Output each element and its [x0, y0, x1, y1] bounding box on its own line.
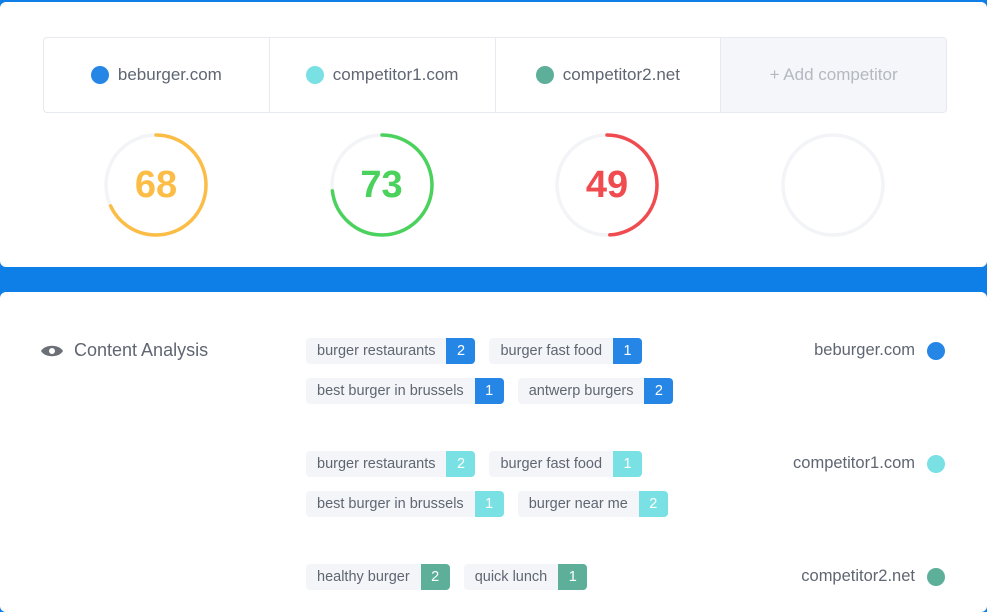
keyword-tag[interactable]: burger fast food 1	[489, 451, 643, 477]
add-competitor-button[interactable]: + Add competitor	[721, 38, 946, 112]
score-value: 73	[360, 163, 403, 206]
keyword-tag[interactable]: quick lunch 1	[463, 564, 588, 590]
keyword-group: healthy burger 2 quick lunch 1	[306, 564, 766, 590]
keyword-label: burger restaurants	[317, 456, 436, 472]
keyword-count-badge: 1	[474, 378, 504, 404]
site-color-dot	[927, 341, 945, 360]
keyword-count-badge: 1	[613, 451, 643, 477]
keyword-label: burger restaurants	[317, 343, 436, 359]
competitor-tab-0[interactable]: beburger.com	[44, 38, 270, 112]
score-gauges: 68 73 49	[43, 130, 945, 240]
keyword-tag[interactable]: best burger in brussels 1	[306, 491, 504, 517]
keyword-count-badge: 2	[446, 451, 476, 477]
keyword-label: burger near me	[528, 496, 628, 512]
gauge-ring	[780, 133, 885, 237]
competitor-color-dot	[305, 66, 324, 84]
competitor-name: competitor1.com	[332, 65, 459, 84]
score-gauge-1: 73	[269, 130, 495, 240]
site-color-dot	[927, 567, 945, 586]
keyword-count-badge: 2	[638, 491, 668, 517]
add-competitor-label: + Add competitor	[769, 65, 898, 84]
site-name: beburger.com	[814, 341, 915, 359]
competitor-name: competitor2.net	[562, 65, 680, 84]
keyword-label: best burger in brussels	[317, 496, 464, 512]
score-gauge-empty	[720, 130, 946, 240]
keyword-count-badge: 2	[446, 338, 476, 364]
score-value: 49	[585, 163, 629, 206]
site-label: competitor1.com	[793, 454, 945, 473]
keyword-tag[interactable]: healthy burger 2	[306, 564, 450, 590]
competitor-overview-card: beburger.com competitor1.com competitor2…	[0, 2, 987, 267]
score-gauge-0: 68	[43, 130, 269, 240]
keyword-label: burger fast food	[500, 343, 603, 359]
site-color-dot	[927, 454, 945, 473]
eye-icon	[41, 345, 63, 356]
keyword-group: burger restaurants 2 burger fast food 1 best…	[306, 338, 766, 404]
site-name: competitor2.net	[801, 567, 915, 585]
competitor-tab-1[interactable]: competitor1.com	[270, 38, 496, 112]
keyword-tag[interactable]: burger restaurants 2	[306, 451, 476, 477]
site-label: competitor2.net	[801, 567, 945, 586]
keyword-tag[interactable]: burger fast food 1	[489, 338, 643, 364]
keyword-count-badge: 1	[613, 338, 643, 364]
keyword-count-badge: 2	[644, 378, 674, 404]
keyword-group: burger restaurants 2 burger fast food 1 best…	[306, 451, 766, 517]
site-name: competitor1.com	[793, 454, 915, 472]
keyword-label: antwerp burgers	[528, 383, 634, 399]
site-label: beburger.com	[814, 341, 945, 360]
score-gauge-2: 49	[494, 130, 720, 240]
competitor-color-dot	[535, 66, 554, 84]
gauge-track	[780, 133, 885, 237]
keyword-count-badge: 1	[558, 564, 588, 590]
keyword-tag[interactable]: antwerp burgers 2	[517, 378, 674, 404]
keyword-label: best burger in brussels	[317, 383, 464, 399]
keyword-count-badge: 2	[420, 564, 450, 590]
keyword-label: healthy burger	[317, 569, 410, 585]
section-title: Content Analysis	[74, 340, 209, 360]
content-analysis-heading: Content Analysis	[40, 340, 208, 361]
score-value: 68	[134, 163, 178, 206]
keyword-label: burger fast food	[500, 456, 603, 472]
keyword-count-badge: 1	[474, 491, 504, 517]
competitor-tabs: beburger.com competitor1.com competitor2…	[43, 37, 947, 113]
competitor-name: beburger.com	[117, 65, 222, 84]
competitor-tab-2[interactable]: competitor2.net	[496, 38, 722, 112]
competitor-color-dot	[90, 66, 109, 84]
keyword-tag[interactable]: best burger in brussels 1	[306, 378, 504, 404]
keyword-tag[interactable]: burger near me 2	[517, 491, 668, 517]
keyword-label: quick lunch	[474, 569, 548, 585]
keyword-tag[interactable]: burger restaurants 2	[306, 338, 476, 364]
